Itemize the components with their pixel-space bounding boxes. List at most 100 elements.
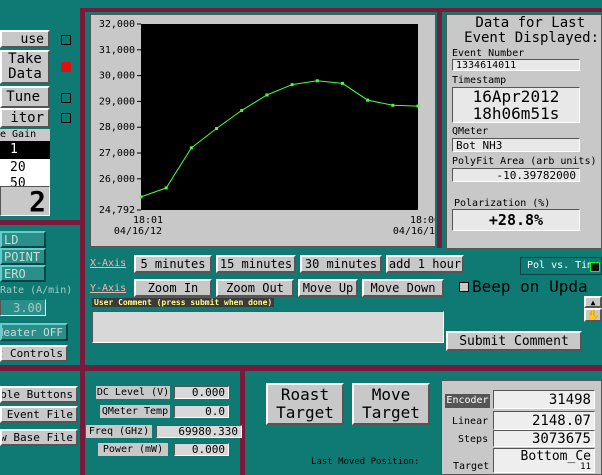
divider-vertical-right	[437, 8, 442, 248]
roast-target-button[interactable]: Roast Target	[266, 383, 344, 425]
scroll-up-button[interactable]: ▲	[584, 296, 602, 308]
polarization-label: Polarization (%)	[454, 198, 551, 209]
steps-value: 3073675	[493, 430, 595, 447]
rate-label: Rate (A/min)	[0, 285, 73, 296]
data-point	[340, 81, 344, 85]
readout-power-value: 0.000	[174, 443, 229, 456]
comment-label: User Comment (press submit when done)	[92, 298, 275, 307]
take-data-indicator	[61, 62, 71, 72]
zoom-in-button[interactable]: Zoom In	[134, 279, 212, 297]
gain-option-20[interactable]: 20	[0, 159, 50, 177]
x-15-minutes-button[interactable]: 15 minutes	[216, 255, 296, 273]
beep-label: Beep on Upda	[472, 277, 588, 296]
move-down-button[interactable]: Move Down	[362, 279, 444, 297]
use-checkbox[interactable]	[61, 35, 71, 45]
data-point	[265, 93, 269, 97]
readout-dc-level-value: 0.000	[174, 386, 229, 399]
data-point	[315, 79, 319, 83]
readout-freq-label: Freq (GHz)	[86, 425, 152, 438]
target-value: Bottom_Ce 11	[493, 448, 595, 473]
data-point	[139, 195, 143, 199]
x-5-minutes-button[interactable]: 5 minutes	[134, 255, 212, 273]
divider-vertical-bottom-2	[240, 371, 245, 475]
heater-off-button[interactable]: Heater OFF	[0, 323, 68, 341]
data-point	[416, 104, 420, 108]
divider-horizontal-left-1	[0, 220, 82, 225]
data-point	[189, 146, 193, 150]
plot-area	[141, 24, 418, 210]
y-tick-label: 32,000	[99, 19, 135, 30]
y-tick-label: 30,000	[99, 71, 135, 82]
y-tick-label: 29,000	[99, 96, 135, 107]
x-tick-label-right-date: 04/16/12	[393, 226, 435, 237]
data-point	[391, 103, 395, 107]
y-tick-label: 27,000	[99, 148, 135, 159]
x-30-minutes-button[interactable]: 30 minutes	[300, 255, 382, 273]
move-target-button[interactable]: Move Target	[352, 383, 430, 425]
polyfit-value: -10.39782000	[452, 168, 580, 182]
info-title: Data for Last Event Displayed:	[464, 15, 599, 46]
last-moved-label: Last Moved Position:	[311, 457, 420, 467]
readout-freq-value: 69980.330	[156, 425, 242, 438]
linear-label: Linear	[452, 416, 489, 427]
y-tick-label: 24,792	[99, 205, 135, 216]
submit-comment-button[interactable]: Submit Comment	[446, 331, 582, 351]
xaxis-label: X-Axis	[90, 258, 127, 269]
divider-vertical-bottom-1	[80, 371, 85, 475]
set-controls-button[interactable]: et Controls	[0, 345, 68, 362]
divider-vertical-left	[80, 8, 85, 368]
linear-value: 2148.07	[493, 411, 595, 430]
tune-checkbox[interactable]	[61, 93, 71, 103]
field-button[interactable]: LD	[0, 231, 46, 248]
monitor-checkbox[interactable]	[61, 113, 71, 123]
readout-power-label: Power (mW)	[98, 443, 168, 456]
yaxis-label: Y-Axis	[90, 283, 127, 294]
polyfit-label: PolyFit Area (arb units)	[452, 156, 597, 167]
monitor-button[interactable]: itor	[0, 108, 50, 128]
x-add-1-hour-button[interactable]: add 1 hour	[386, 255, 464, 273]
encoder-value: 31498	[493, 390, 595, 409]
divider-horizontal-left-2	[0, 365, 602, 371]
view-base-file-button[interactable]: ew Base File	[0, 429, 78, 446]
timestamp-label: Timestamp	[452, 75, 507, 86]
gain-option-1[interactable]: 1	[0, 141, 50, 159]
x-tick-label-left-time: 18:01	[133, 215, 163, 226]
hand-icon[interactable]: ✋	[584, 308, 602, 322]
zoom-out-button[interactable]: Zoom Out	[216, 279, 294, 297]
setpoint-button[interactable]: POINT	[0, 248, 46, 265]
move-up-button[interactable]: Move Up	[298, 279, 358, 297]
data-point	[164, 186, 168, 190]
beep-checkbox[interactable]	[459, 282, 469, 292]
pol-vs-time-checkbox[interactable]	[590, 262, 600, 272]
zero-button[interactable]: ERO	[0, 265, 46, 282]
tune-button[interactable]: Tune	[0, 86, 50, 108]
event-number-value: 1334614011	[452, 59, 580, 71]
view-event-file-button[interactable]: ew Event File	[0, 406, 78, 423]
steps-label: Steps	[458, 434, 489, 445]
x-tick-label-left-date: 04/16/12	[114, 226, 162, 237]
y-tick-label: 31,000	[99, 45, 135, 56]
readout-qmeter-temp-label: QMeter Temp	[100, 405, 170, 418]
data-point	[215, 127, 219, 131]
data-point	[366, 98, 370, 102]
comment-input[interactable]	[92, 311, 444, 343]
timestamp-value: 16Apr2012 18h06m51s	[452, 87, 580, 123]
divider-horizontal-right	[85, 8, 602, 12]
take-data-button[interactable]: Take Data	[0, 50, 50, 84]
gain-list[interactable]: 1 20 50	[0, 141, 50, 187]
qmeter-label: QMeter	[452, 126, 489, 137]
rate-field[interactable]: 3.00	[0, 299, 46, 316]
polarization-chart: 32,000 31,000 30,000 29,000 28,000 27,000 26,0…	[99, 19, 435, 237]
disable-buttons-button[interactable]: sable Buttons	[0, 386, 78, 403]
qmeter-value: Bot NH3	[452, 138, 580, 152]
use-button[interactable]: use	[0, 30, 50, 48]
y-tick-label: 26,000	[99, 174, 135, 185]
event-number-label: Event Number	[452, 48, 525, 59]
data-point	[290, 83, 294, 87]
target-label: Target	[453, 461, 490, 472]
polarization-value: +28.8%	[452, 209, 580, 231]
chart-frame: 32,000 31,000 30,000 29,000 28,000 27,000 26,0…	[90, 14, 436, 247]
info-panel: Data for Last Event Displayed: Event Num…	[446, 14, 602, 249]
encoder-label: Encoder	[445, 394, 490, 408]
readout-qmeter-temp-value: 0.0	[174, 405, 229, 418]
